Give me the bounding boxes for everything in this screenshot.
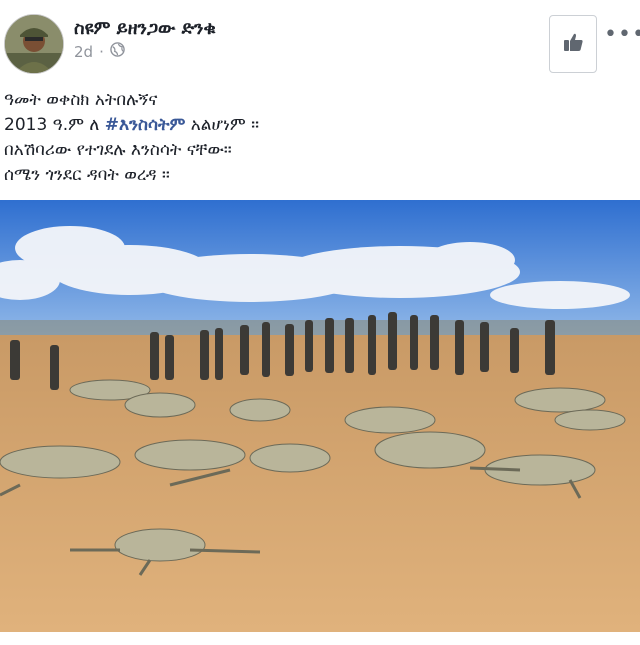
avatar[interactable] <box>4 14 64 74</box>
like-button[interactable] <box>549 15 597 73</box>
facebook-post: ስዩም ይዘንጋው ድንቁ 2d · ••• ዓመት ወቀስክ አትበሉኝና 2… <box>0 0 640 645</box>
meta-separator: · <box>99 42 104 61</box>
year-text: 2013 ዓ.ም <box>4 115 84 135</box>
post-text-line-2: 2013 ዓ.ም ለ #እንስሳትም አልሆነም ። <box>4 113 259 138</box>
more-options-button[interactable]: ••• <box>604 22 640 47</box>
thumbs-up-icon <box>562 31 584 57</box>
author-name[interactable]: ስዩም ይዘንጋው ድንቁ <box>74 18 216 39</box>
preposition-text: ለ <box>89 115 100 135</box>
post-text-line-2-end: አልሆነም ። <box>190 115 260 135</box>
hashtag-link[interactable]: #እንስሳትም <box>105 115 186 135</box>
globe-icon <box>110 42 125 61</box>
post-text-line-3: በአሽባሪው የተገደሉ እንስሳት ናቸው። <box>4 140 232 160</box>
timestamp[interactable]: 2d <box>74 43 93 61</box>
post-photo[interactable] <box>0 200 640 632</box>
post-text-line-1: ዓመት ወቀስክ አትበሉኝና <box>4 90 158 110</box>
post-meta: 2d · <box>74 42 125 61</box>
post-text: ዓመት ወቀስክ አትበሉኝና 2013 ዓ.ም ለ #እንስሳትም አልሆነም… <box>4 88 259 188</box>
post-text-line-4: ሰሜን ጎንደር ዳባት ወረዳ ። <box>4 165 170 185</box>
